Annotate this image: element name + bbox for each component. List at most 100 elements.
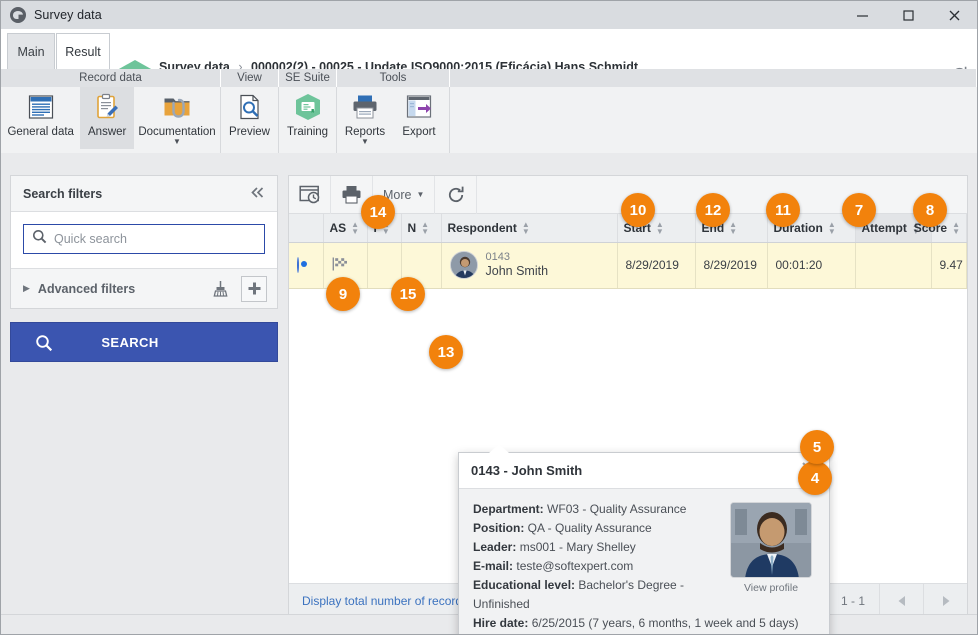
chevron-down-icon[interactable]: ▼ — [361, 138, 369, 146]
sort-icon[interactable]: ▲▼ — [729, 220, 737, 235]
annotation-badge-4: 4 — [798, 461, 832, 495]
ribbon-tabstrip: Main Result Survey data › 000002(2) - 00… — [1, 29, 977, 98]
ribbon-button-export[interactable]: Export — [393, 87, 445, 149]
broom-icon[interactable] — [207, 276, 233, 302]
sort-icon[interactable]: ▲▼ — [656, 220, 664, 235]
folder-paperclip-icon — [162, 91, 192, 123]
popup-field-leader-value: ms001 - Mary Shelley — [519, 540, 636, 554]
search-filters-title: Search filters — [23, 186, 103, 201]
clipboard-pencil-icon — [92, 91, 122, 123]
respondent-name[interactable]: John Smith — [486, 264, 549, 279]
popup-field-hire-date: Hire date: 6/25/2015 (7 years, 6 months,… — [473, 614, 813, 633]
ribbon-button-general-data-label: General data — [7, 126, 74, 138]
ribbon-cell-record-data: General data Answer Documentation ▼ — [1, 87, 221, 153]
table-row[interactable]: 0143 John Smith 8/29/2019 8/29/2019 00:0… — [289, 242, 967, 289]
cell-end: 8/29/2019 — [695, 242, 768, 289]
search-icon — [32, 229, 47, 249]
column-header-select — [289, 214, 324, 243]
search-button[interactable]: SEARCH — [10, 322, 278, 362]
column-header-respondent-label: Respondent — [447, 220, 517, 235]
close-button[interactable] — [931, 1, 977, 29]
document-lines-icon — [26, 91, 56, 123]
row-select-radio-cell[interactable] — [289, 242, 324, 289]
ribbon-body: General data Answer Documentation ▼ Prev… — [1, 87, 977, 153]
cell-duration: 00:01:20 — [767, 242, 856, 289]
quick-search-placeholder: Quick search — [54, 232, 127, 246]
ribbon-button-answer[interactable]: Answer — [80, 87, 134, 149]
annotation-badge-10: 10 — [621, 193, 655, 227]
ribbon-button-documentation[interactable]: Documentation ▼ — [134, 87, 220, 149]
se-suite-hex-icon — [293, 91, 323, 123]
ribbon-group-view: View — [221, 69, 279, 87]
sort-icon[interactable]: ▲▼ — [522, 220, 530, 235]
window-controls — [839, 1, 977, 29]
maximize-button[interactable] — [885, 1, 931, 29]
column-header-n[interactable]: N ▲ ▼ — [401, 214, 442, 243]
ribbon-button-export-label: Export — [402, 126, 436, 138]
column-header-respondent[interactable]: Respondent ▲ ▼ — [441, 214, 618, 243]
popup-field-email-label: E-mail: — [473, 559, 514, 573]
quick-search-input[interactable]: Quick search — [23, 224, 265, 254]
ribbon-group-empty — [450, 69, 977, 87]
chevron-down-icon: ▼ — [416, 189, 425, 199]
popup-field-leader-label: Leader: — [473, 540, 517, 554]
cell-respondent[interactable]: 0143 John Smith — [441, 242, 618, 289]
avatar — [449, 251, 478, 279]
ribbon-button-training-label: Training — [286, 126, 329, 138]
ribbon-group-record-data: Record data — [1, 69, 221, 87]
chevron-right-icon[interactable]: ▶ — [23, 283, 30, 294]
popup-photo-block: View profile — [727, 502, 815, 594]
view-profile-link[interactable]: View profile — [727, 582, 815, 594]
annotation-badge-15: 15 — [391, 277, 425, 311]
chevron-down-icon[interactable]: ▼ — [173, 138, 181, 146]
record-range: 1 - 1 — [840, 593, 865, 608]
history-icon[interactable] — [289, 175, 331, 214]
checkered-flag-icon — [332, 257, 348, 274]
ribbon-cell-tools: Reports ▼ Export — [337, 87, 450, 153]
ribbon-group-se-suite: SE Suite — [279, 69, 337, 87]
annotation-badge-11: 11 — [766, 193, 800, 227]
popup-field-educational-level: Educational level: Bachelor's Degree - U… — [473, 576, 715, 614]
globe-icon — [10, 7, 26, 23]
ribbon-cell-view: Preview — [221, 87, 279, 153]
popup-field-department: Department: WF03 - Quality Assurance — [473, 500, 715, 519]
ribbon-cell-empty — [450, 87, 977, 153]
sort-icon[interactable]: ▲▼ — [351, 220, 359, 235]
page-magnifier-icon — [235, 91, 265, 123]
advanced-filters-row[interactable]: ▶ Advanced filters — [11, 268, 277, 308]
column-header-as-label: AS — [329, 220, 347, 235]
plus-icon[interactable] — [241, 275, 267, 302]
content-area: Search filters Quick search ▶ Advanced f… — [1, 153, 977, 634]
sort-icon[interactable]: ▲▼ — [421, 220, 429, 235]
row-radio-button[interactable] — [297, 257, 299, 273]
search-icon — [35, 334, 53, 355]
ribbon-button-preview[interactable]: Preview — [221, 87, 278, 149]
chevron-double-left-icon[interactable] — [250, 186, 265, 202]
popup-field-email: E-mail: teste@softexpert.com — [473, 557, 715, 576]
grid-refresh-icon[interactable] — [435, 175, 478, 214]
ribbon-button-reports[interactable]: Reports ▼ — [337, 87, 393, 149]
window-title: Survey data — [34, 8, 102, 22]
ribbon-button-general-data[interactable]: General data — [1, 87, 80, 149]
popup-field-hire-date-value: 6/25/2015 (7 years, 6 months, 1 week and… — [531, 616, 799, 630]
ribbon-group-labels: Record data View SE Suite Tools — [1, 69, 977, 87]
user-photo-icon[interactable] — [730, 502, 812, 578]
sort-icon[interactable]: ▲▼ — [828, 220, 836, 235]
previous-page-button[interactable] — [879, 583, 923, 618]
tab-result[interactable]: Result — [56, 33, 110, 69]
tab-main[interactable]: Main — [7, 33, 55, 69]
ribbon-button-training[interactable]: Training — [279, 87, 336, 149]
next-page-button[interactable] — [923, 583, 967, 618]
sort-icon[interactable]: ▲▼ — [952, 220, 960, 235]
annotation-badge-12: 12 — [696, 193, 730, 227]
tab-main-label: Main — [17, 44, 45, 59]
advanced-filters-label: Advanced filters — [37, 281, 136, 296]
respondent-detail-popup: 0143 - John Smith Department: WF03 - Qua… — [458, 444, 830, 634]
column-header-n-label: N — [407, 220, 417, 235]
popup-header: 0143 - John Smith — [459, 453, 829, 489]
search-filters-body: Quick search — [11, 212, 277, 268]
annotation-badge-14: 14 — [361, 195, 395, 229]
popup-field-educational-level-label: Educational level: — [473, 578, 576, 592]
minimize-button[interactable] — [839, 1, 885, 29]
column-header-as[interactable]: AS ▲ ▼ — [323, 214, 368, 243]
